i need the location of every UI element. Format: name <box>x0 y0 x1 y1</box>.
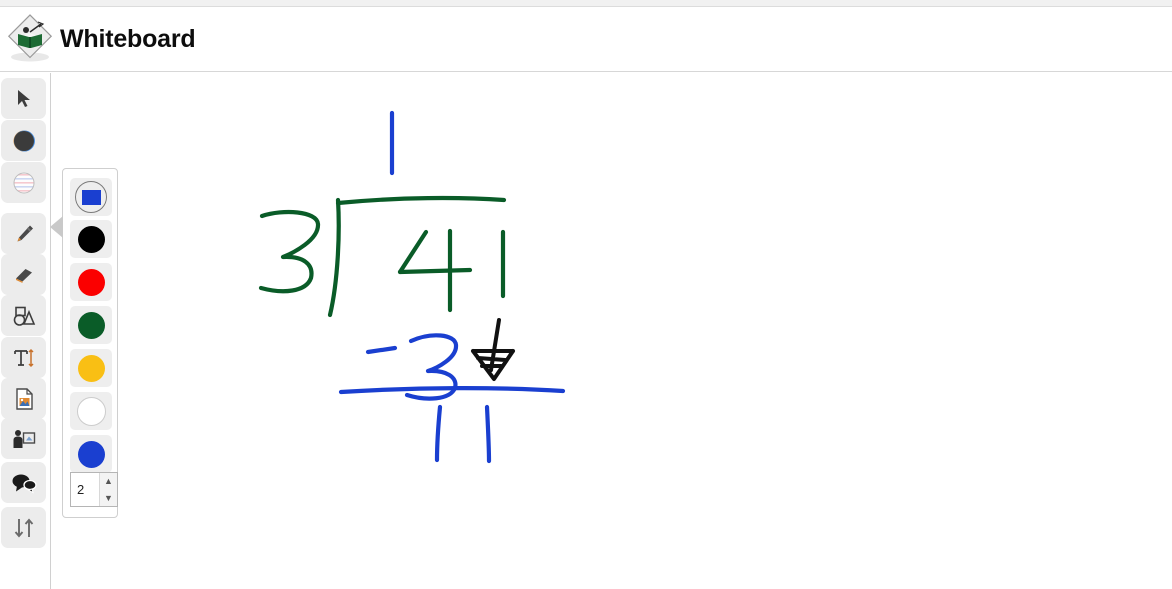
chat-icon <box>12 474 37 494</box>
browser-chrome-strip <box>0 0 1172 7</box>
pencil-icon <box>17 225 33 241</box>
tool-rail <box>0 73 51 589</box>
color-dot <box>77 268 105 296</box>
color-swatch-selected-indicator[interactable] <box>70 178 112 216</box>
ink-stroke-dividend-4-diag <box>397 229 429 275</box>
chevron-down-icon[interactable]: ▼ <box>100 490 117 507</box>
workspace <box>0 73 1172 589</box>
color-swatch-yellow[interactable] <box>70 349 112 387</box>
color-swatch-blue[interactable] <box>70 435 112 473</box>
color-dot <box>77 440 105 468</box>
ink-layer <box>258 110 566 464</box>
tool-chat[interactable] <box>1 462 46 503</box>
tool-eraser[interactable] <box>1 254 46 295</box>
chevron-up-icon[interactable]: ▲ <box>100 473 117 490</box>
ink-stroke-division-bracket <box>327 197 341 318</box>
text-icon <box>13 348 34 367</box>
stroke-width-stepper[interactable]: 2 ▲ ▼ <box>70 472 118 507</box>
app-header: Whiteboard <box>0 7 1172 72</box>
presentation-icon <box>13 429 35 448</box>
color-dot <box>77 354 105 382</box>
ink-stroke-divisor-3 <box>258 209 321 294</box>
drawing-canvas[interactable] <box>51 73 1172 589</box>
tool-select[interactable] <box>1 78 46 119</box>
palette-pointer-icon <box>50 216 63 238</box>
color-swatch-green[interactable] <box>70 306 112 344</box>
tool-fill-pattern[interactable] <box>1 162 46 203</box>
ink-stroke-dividend-4-horiz <box>397 267 473 275</box>
diamond-book-logo <box>3 12 57 66</box>
pattern-circle-icon <box>13 172 34 193</box>
ink-stroke-remainder-digit-1 <box>434 404 443 463</box>
color-swatch-white[interactable] <box>70 392 112 430</box>
color-dot <box>77 311 105 339</box>
sort-arrows-icon <box>14 518 33 537</box>
tool-presentation[interactable] <box>1 418 46 459</box>
color-swatch-red[interactable] <box>70 263 112 301</box>
color-palette-panel: 2 ▲ ▼ <box>50 168 118 518</box>
image-icon <box>15 387 33 410</box>
stroke-width-value[interactable]: 2 <box>71 473 99 506</box>
ink-stroke-cursor-scribble <box>471 318 515 381</box>
color-swatch-black[interactable] <box>70 220 112 258</box>
stepper-arrows: ▲ ▼ <box>99 473 117 506</box>
selection-ring <box>75 181 107 213</box>
ink-stroke-minus-sign <box>365 345 398 355</box>
ink-stroke-division-bar <box>335 195 507 206</box>
tool-order[interactable] <box>1 507 46 548</box>
cursor-select-icon <box>17 89 30 107</box>
shapes-icon <box>13 306 35 326</box>
color-dot <box>77 225 105 253</box>
page-title: Whiteboard <box>60 24 196 53</box>
ink-stroke-remainder-digit-2 <box>484 404 492 464</box>
tool-fill-color[interactable] <box>1 120 46 161</box>
selected-color-chip <box>81 189 101 205</box>
eraser-icon <box>15 268 32 283</box>
tool-shapes[interactable] <box>1 295 46 336</box>
tool-text[interactable] <box>1 337 46 378</box>
tool-pen[interactable] <box>1 213 46 254</box>
filled-circle-icon <box>13 130 35 151</box>
tool-insert-image[interactable] <box>1 378 46 419</box>
color-dot <box>76 396 106 426</box>
